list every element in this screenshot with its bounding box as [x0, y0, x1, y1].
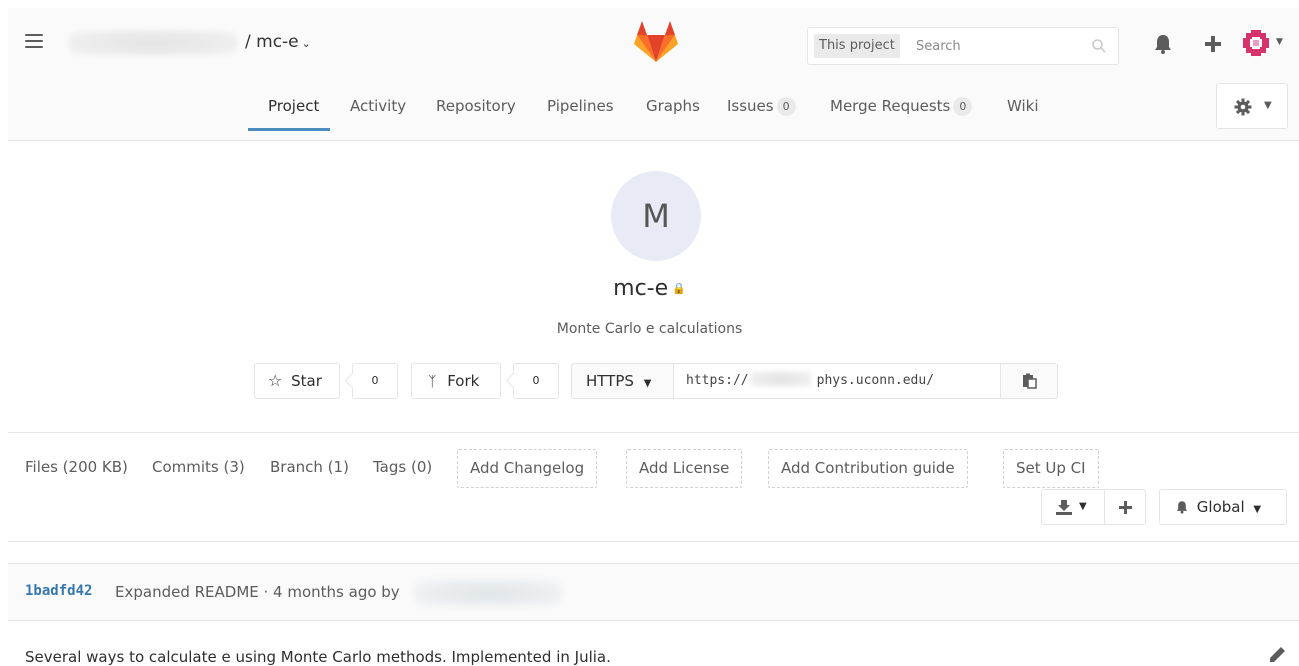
fork-button[interactable]: ᛉ Fork: [411, 363, 501, 399]
tab-project[interactable]: Project: [268, 86, 319, 140]
tab-label: Issues: [727, 97, 774, 115]
project-description: Monte Carlo e calculations: [556, 321, 743, 337]
gear-icon: [1234, 98, 1252, 116]
add-license-button[interactable]: Add License: [626, 449, 743, 488]
copy-url-button[interactable]: [1000, 363, 1058, 399]
star-icon: ☆: [268, 371, 283, 390]
tab-label: Graphs: [646, 97, 700, 115]
project-nav: Project Activity Repository Pipelines Gr…: [8, 86, 1299, 140]
chevron-down-icon[interactable]: ▼: [1276, 37, 1283, 47]
star-button[interactable]: ☆ Star: [254, 363, 340, 399]
chevron-down-icon: ▼: [1079, 501, 1087, 512]
active-tab-indicator: [248, 128, 330, 131]
tab-pipelines[interactable]: Pipelines: [547, 86, 614, 140]
tags-link[interactable]: Tags (0): [373, 458, 432, 476]
chevron-down-icon: ▼: [1253, 504, 1262, 515]
gitlab-logo[interactable]: [633, 21, 679, 63]
add-contribution-guide-button[interactable]: Add Contribution guide: [768, 449, 968, 488]
readme-text: Several ways to calculate e using Monte …: [25, 648, 611, 666]
add-changelog-button[interactable]: Add Changelog: [457, 449, 598, 488]
notifications-bell-icon[interactable]: [1152, 33, 1174, 55]
tab-label: Merge Requests: [830, 97, 951, 115]
project-breadcrumb[interactable]: / mc-e ⌄: [245, 32, 311, 52]
bell-icon: [1176, 501, 1188, 514]
project-settings-dropdown[interactable]: ▼: [1216, 83, 1288, 129]
project-title: mc-e 🔒: [0, 276, 1299, 301]
tab-label: Repository: [436, 97, 516, 115]
clone-protocol-dropdown[interactable]: HTTPS ▼: [571, 363, 674, 399]
group-name-redacted[interactable]: [68, 30, 238, 56]
set-up-ci-button[interactable]: Set Up CI: [1003, 449, 1099, 488]
new-item-plus-icon[interactable]: [1203, 34, 1223, 54]
tab-merge-requests[interactable]: Merge Requests 0: [830, 86, 973, 140]
chevron-down-icon: ▼: [643, 378, 652, 389]
commits-link[interactable]: Commits (3): [152, 458, 245, 476]
lock-icon: 🔒: [672, 282, 686, 295]
project-avatar: M: [611, 171, 701, 261]
tab-label: Pipelines: [547, 97, 614, 115]
chevron-down-icon: ▼: [1264, 100, 1272, 111]
chevron-down-icon: ⌄: [301, 37, 311, 50]
issues-count-badge: 0: [776, 97, 796, 116]
star-count[interactable]: 0: [352, 363, 398, 399]
tab-activity[interactable]: Activity: [350, 86, 406, 140]
clone-url-suffix: phys.uconn.edu/: [816, 373, 935, 388]
commit-message[interactable]: Expanded README · 4 months ago by: [115, 583, 400, 601]
clipboard-icon: [1023, 373, 1037, 389]
tab-graphs[interactable]: Graphs: [646, 86, 700, 140]
fork-icon: ᛉ: [428, 374, 437, 390]
user-avatar[interactable]: [1241, 28, 1271, 58]
download-icon: [1056, 500, 1072, 515]
divider: [8, 432, 1299, 433]
search-icon: [1092, 39, 1106, 53]
divider: [8, 541, 1299, 542]
search-input[interactable]: [916, 35, 1066, 57]
pencil-edit-icon[interactable]: [1268, 646, 1286, 664]
menu-icon[interactable]: [25, 34, 43, 48]
notification-level-dropdown[interactable]: Global ▼: [1159, 489, 1287, 525]
star-label: Star: [291, 372, 322, 390]
branch-link[interactable]: Branch (1): [270, 458, 349, 476]
add-file-button[interactable]: [1104, 489, 1146, 525]
tab-wiki[interactable]: Wiki: [1007, 86, 1039, 140]
fork-count[interactable]: 0: [513, 363, 559, 399]
plus-icon: [1119, 501, 1132, 514]
download-dropdown[interactable]: ▼: [1041, 489, 1105, 525]
last-commit-bar: 1badfd42 Expanded README · 4 months ago …: [8, 563, 1299, 621]
commit-sha-link[interactable]: 1badfd42: [25, 583, 92, 599]
tab-repository[interactable]: Repository: [436, 86, 516, 140]
merge-requests-count-badge: 0: [953, 97, 973, 116]
clone-url-prefix: https://: [686, 373, 749, 388]
tab-issues[interactable]: Issues 0: [727, 86, 796, 140]
files-link[interactable]: Files (200 KB): [25, 458, 128, 476]
fork-label: Fork: [447, 372, 480, 390]
tab-label: Wiki: [1007, 97, 1039, 115]
clone-url-redacted: [750, 371, 811, 387]
notification-level-label: Global: [1196, 498, 1245, 516]
top-header: / mc-e ⌄ This project Search ▼ Project A…: [8, 8, 1299, 141]
clone-url-field[interactable]: https:// phys.uconn.edu/: [673, 363, 1001, 399]
project-breadcrumb-label: / mc-e: [245, 32, 299, 52]
search-scope-badge[interactable]: This project: [814, 34, 900, 58]
search-box[interactable]: This project: [807, 27, 1119, 65]
tab-label: Project: [268, 97, 320, 115]
clone-protocol-label: HTTPS: [586, 372, 634, 390]
tab-label: Activity: [350, 97, 407, 115]
project-name: mc-e: [613, 276, 669, 301]
commit-author-redacted[interactable]: [413, 579, 563, 607]
